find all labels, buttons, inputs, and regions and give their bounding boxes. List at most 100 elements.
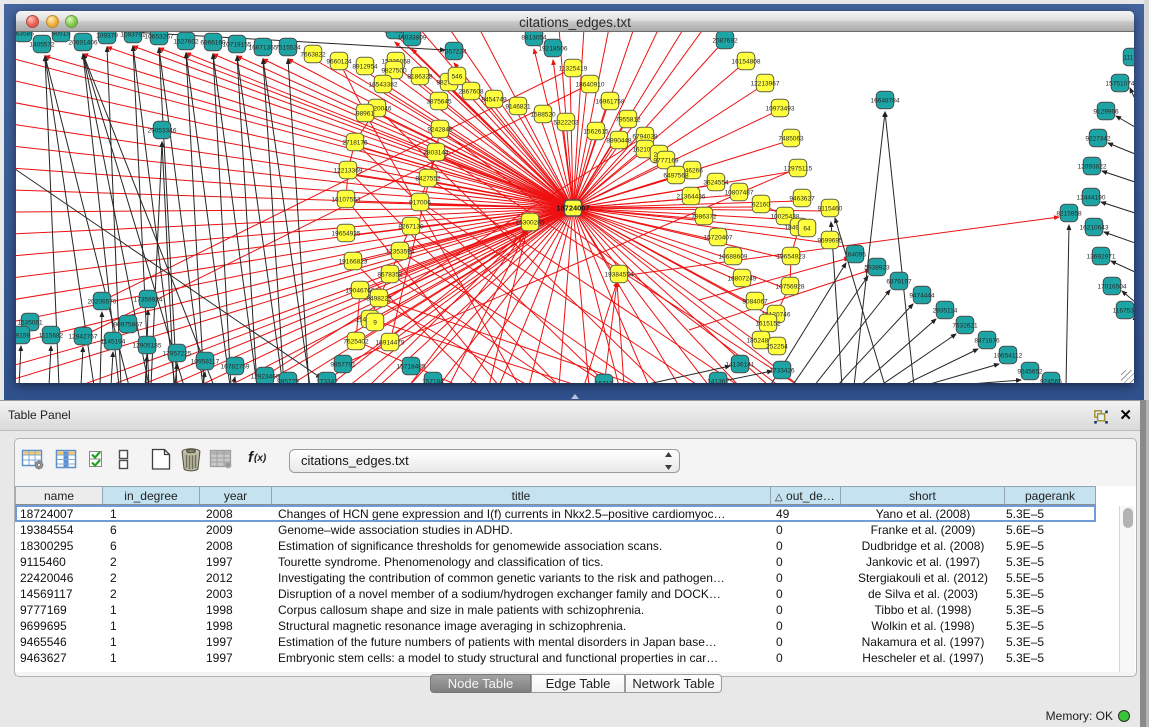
svg-text:12213967: 12213967 [751,81,780,88]
svg-text:9146821: 9146821 [505,104,531,111]
svg-text:9242848: 9242848 [427,127,453,134]
svg-text:12213369: 12213369 [334,168,363,175]
svg-text:8678352: 8678352 [377,272,403,279]
svg-text:18640910: 18640910 [576,82,605,89]
svg-text:10973493: 10973493 [766,106,795,113]
svg-text:12905185: 12905185 [133,343,162,350]
svg-text:62160: 62160 [752,202,770,209]
svg-text:1115682: 1115682 [39,333,64,340]
svg-text:19384554: 19384554 [605,272,634,279]
svg-text:2935114: 2935114 [933,308,958,315]
svg-text:19654923: 19654923 [777,254,806,261]
svg-text:2718176: 2718176 [342,140,368,147]
svg-text:17957225: 17957225 [163,351,192,358]
svg-text:917006: 917006 [409,200,431,207]
svg-text:163585: 163585 [16,32,34,38]
svg-text:8813054: 8813054 [521,35,547,42]
svg-text:9463627: 9463627 [789,196,815,203]
svg-text:8215958: 8215958 [1056,211,1082,218]
svg-text:1615152: 1615152 [755,321,781,328]
svg-text:90975867: 90975867 [114,322,143,329]
svg-text:12923468: 12923468 [251,374,280,381]
svg-text:11325419: 11325419 [559,66,588,73]
svg-text:16543382: 16543382 [369,82,398,89]
svg-text:14136141: 14136141 [726,362,755,369]
svg-text:13692971: 13692971 [1087,254,1116,261]
svg-text:1145194: 1145194 [101,339,126,346]
svg-text:18807249: 18807249 [728,276,757,283]
svg-text:16671355: 16671355 [249,45,278,52]
svg-text:12093822: 12093822 [1078,164,1107,171]
svg-text:141361: 141361 [707,379,729,384]
svg-text:21364436: 21364436 [677,194,706,201]
svg-text:924565: 924565 [1040,379,1062,384]
svg-text:9474444: 9474444 [909,293,935,300]
svg-text:9115460: 9115460 [818,206,843,213]
svg-text:8912954: 8912954 [352,64,378,71]
svg-text:16782759: 16782759 [221,364,250,371]
svg-text:10756928: 10756928 [776,284,805,291]
svg-text:25300285: 25300285 [516,220,545,227]
svg-text:8186328: 8186328 [407,74,433,81]
svg-text:11172: 11172 [1123,55,1134,62]
svg-text:9227342: 9227342 [1085,136,1111,143]
svg-text:985779: 985779 [277,379,299,384]
svg-text:2087682: 2087682 [712,38,738,45]
svg-text:1167533: 1167533 [1113,308,1134,315]
svg-text:3875645: 3875645 [426,99,452,106]
svg-text:9777169: 9777169 [653,158,679,165]
svg-text:citations_edges.txt: citations_edges.txt [301,453,409,468]
svg-text:7955812: 7955812 [615,117,641,124]
svg-text:16914479: 16914479 [376,340,405,347]
svg-text:7663822: 7663822 [300,52,326,59]
svg-text:8454749: 8454749 [481,97,507,104]
svg-text:15718: 15718 [595,381,613,384]
svg-text:12353594: 12353594 [386,249,415,256]
svg-text:15751074: 15751074 [1106,81,1134,88]
svg-text:20206576: 20206576 [88,299,117,306]
svg-text:173342: 173342 [316,379,338,384]
svg-text:9699695: 9699695 [817,238,843,245]
svg-text:19166823: 19166823 [339,259,368,266]
svg-text:9827500: 9827500 [381,68,407,75]
svg-text:6879197: 6879197 [886,279,912,286]
svg-text:10654112: 10654112 [994,353,1023,360]
svg-text:98961: 98961 [356,111,374,118]
svg-text:12444190: 12444190 [1077,195,1106,202]
svg-text:16961758: 16961758 [596,99,625,106]
svg-text:1535061: 1535061 [17,320,43,327]
svg-text:157184: 157184 [422,379,444,384]
svg-text:2803144: 2803144 [423,150,449,157]
svg-text:18724007: 18724007 [556,204,589,213]
svg-text:1588520: 1588520 [530,112,556,119]
svg-text:29053346: 29053346 [148,128,177,135]
svg-text:16154808: 16154808 [732,59,761,66]
svg-text:9: 9 [373,320,377,327]
svg-text:7485063: 7485063 [778,136,804,143]
svg-text:7625402: 7625402 [343,339,369,346]
svg-text:8990448: 8990448 [606,138,632,145]
svg-text:164095: 164095 [844,252,866,259]
svg-text:10958117: 10958117 [191,359,220,366]
svg-text:2867608: 2867608 [458,89,484,96]
svg-text:1527602: 1527602 [173,39,199,46]
svg-text:16210643: 16210643 [1080,225,1109,232]
svg-text:9857791: 9857791 [330,362,356,369]
svg-text:1562615: 1562615 [583,129,609,136]
svg-text:17016504: 17016504 [1098,284,1127,291]
svg-text:5938923: 5938923 [864,265,890,272]
svg-text:10719155: 10719155 [223,42,252,49]
svg-text:3498222: 3498222 [366,296,392,303]
svg-text:12975115: 12975115 [784,166,813,173]
svg-text:5322203: 5322203 [553,120,579,127]
svg-text:1733426: 1733426 [769,368,795,375]
svg-text:9660124: 9660124 [326,59,352,66]
svg-text:3624554: 3624554 [703,180,729,187]
svg-text:64: 64 [803,226,811,233]
svg-text:7986372: 7986372 [691,214,717,221]
svg-text:10807487: 10807487 [725,190,754,197]
svg-text:16033809: 16033809 [398,35,427,42]
svg-text:7357224: 7357224 [441,49,467,56]
svg-text:90515: 90515 [52,32,70,38]
svg-text:15718485: 15718485 [397,364,426,371]
